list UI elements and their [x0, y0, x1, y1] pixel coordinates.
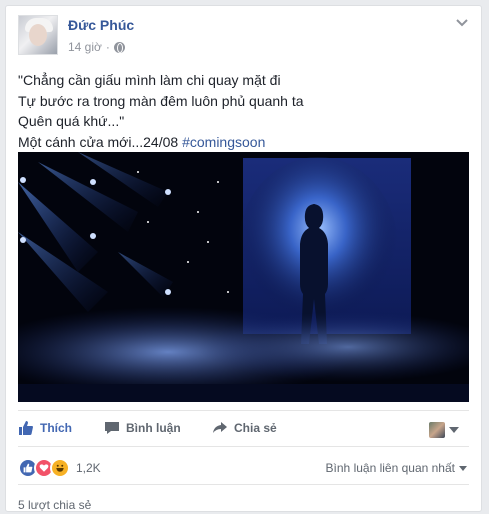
reactions-summary[interactable]: 1,2K [18, 458, 101, 478]
caret-down-icon [449, 427, 459, 433]
share-label: Chia sẻ [234, 421, 277, 435]
post-meta: 14 giờ · [68, 40, 125, 54]
post-text-line: "Chẳng cần giấu mình làm chi quay mặt đi [18, 72, 281, 88]
share-button[interactable]: Chia sẻ [212, 420, 277, 436]
share-count[interactable]: 5 lượt chia sẻ [18, 498, 91, 512]
like-button[interactable]: Thích [18, 420, 72, 436]
post-text-line: Một cánh cửa mới...24/08 #comingsoon [18, 132, 468, 153]
comment-sort-label: Bình luận liên quan nhất [325, 461, 455, 475]
post-text: "Chẳng cần giấu mình làm chi quay mặt đi… [18, 70, 468, 152]
post-timestamp[interactable]: 14 giờ [68, 40, 102, 54]
post-text-last: Một cánh cửa mới...24/08 [18, 133, 183, 150]
caret-down-icon [459, 465, 467, 471]
comment-label: Bình luận [126, 421, 181, 435]
author-name[interactable]: Đức Phúc [68, 17, 134, 33]
divider [18, 484, 469, 485]
post-text-line: Tự bước ra trong màn đêm luôn phủ quanh … [18, 92, 304, 109]
chevron-down-icon[interactable] [455, 18, 469, 28]
haha-reaction-icon [50, 458, 70, 478]
speech-bubble-icon [105, 422, 119, 434]
divider [18, 410, 469, 411]
divider [18, 446, 469, 447]
avatar [429, 422, 445, 438]
hashtag-link[interactable]: #comingsoon [182, 134, 265, 150]
post-image[interactable] [18, 152, 469, 402]
post-text-line: Quên quá khứ..." [18, 113, 125, 129]
comment-sort-dropdown[interactable]: Bình luận liên quan nhất [326, 461, 467, 475]
author-avatar[interactable] [18, 15, 58, 55]
post-card: Đức Phúc 14 giờ · "Chẳng cần giấu mình l… [5, 5, 482, 512]
reaction-count: 1,2K [76, 461, 101, 475]
like-label: Thích [40, 421, 72, 435]
thumbs-up-icon [19, 421, 33, 435]
meta-separator: · [105, 40, 110, 54]
comment-button[interactable]: Bình luận [104, 420, 181, 436]
post-as-selector[interactable] [429, 422, 459, 438]
share-arrow-icon [213, 422, 227, 433]
globe-icon[interactable] [113, 41, 125, 53]
